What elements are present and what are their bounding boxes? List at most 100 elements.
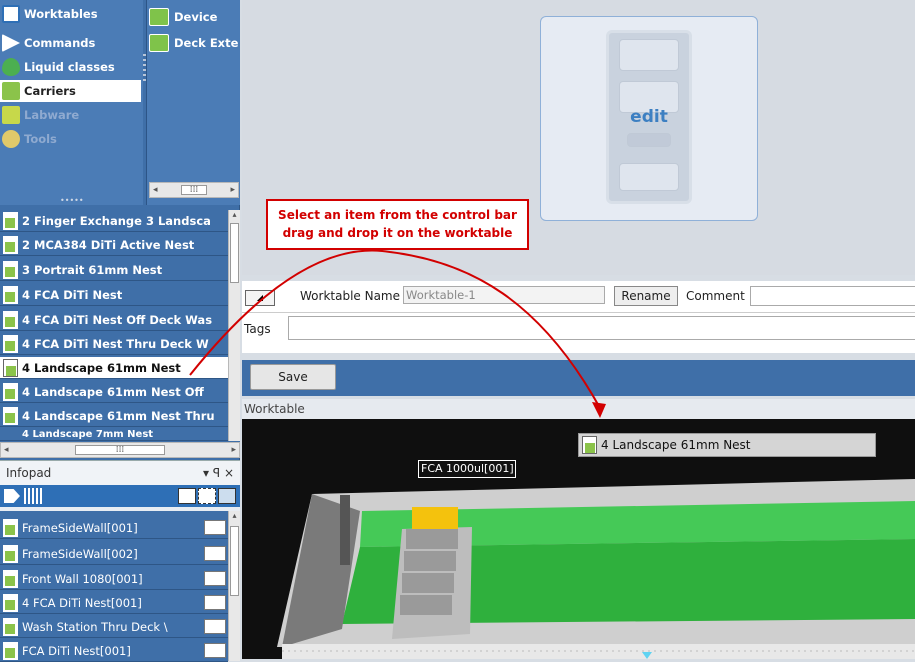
carrier-label: 2 Finger Exchange 3 Landsca bbox=[22, 213, 211, 228]
category-carriers[interactable]: Carriers bbox=[0, 80, 141, 102]
flag-icon[interactable] bbox=[204, 520, 226, 535]
carrier-item-selected[interactable]: 4 Landscape 61mm Nest bbox=[0, 357, 228, 379]
save-button[interactable]: Save bbox=[250, 364, 336, 390]
carrier-icon bbox=[3, 382, 18, 401]
category-worktables[interactable]: Worktables bbox=[0, 3, 141, 25]
thumbnail-slot bbox=[619, 163, 679, 191]
thumbnail-slot bbox=[627, 133, 671, 147]
infopad-toolbar bbox=[0, 485, 240, 507]
carrier-icon bbox=[3, 310, 18, 329]
category-labware[interactable]: Labware bbox=[0, 104, 141, 126]
carrier-item[interactable]: 2 Finger Exchange 3 Landsca bbox=[0, 210, 228, 232]
carrier-icon bbox=[3, 406, 18, 425]
dragged-carrier-item[interactable]: 4 Landscape 61mm Nest bbox=[578, 433, 876, 457]
vertical-scrollbar[interactable]: ▴ bbox=[228, 511, 240, 661]
flag-icon[interactable] bbox=[204, 595, 226, 610]
tags-input[interactable] bbox=[288, 316, 915, 340]
carrier-label: 4 Landscape 61mm Nest bbox=[22, 360, 181, 375]
comment-input[interactable] bbox=[750, 286, 915, 306]
infopad-item[interactable]: FrameSideWall[001] bbox=[0, 517, 228, 539]
scroll-up-icon[interactable]: ▴ bbox=[229, 511, 240, 520]
worktable-name-row: ◢ Worktable Name Rename Comment bbox=[242, 281, 915, 313]
category-commands[interactable]: Commands bbox=[0, 32, 141, 54]
tool-label: FCA 1000ul[001] bbox=[418, 460, 516, 478]
infopad-item-label: FrameSideWall[002] bbox=[22, 546, 138, 561]
carrier-item[interactable]: 4 FCA DiTi Nest Thru Deck W bbox=[0, 333, 228, 355]
callout-line: drag and drop it on the worktable bbox=[282, 226, 513, 240]
tag-icon[interactable] bbox=[4, 489, 20, 503]
infopad-item[interactable]: FrameSideWall[002] bbox=[0, 543, 228, 565]
carrier-icon bbox=[3, 260, 18, 279]
scroll-left-icon[interactable]: ◂ bbox=[153, 185, 158, 195]
splitter-grip[interactable]: ••••• bbox=[60, 196, 84, 205]
flag-icon[interactable] bbox=[204, 546, 226, 561]
control-bar: Worktables Commands Liquid classes Carri… bbox=[0, 0, 241, 662]
worktable-name-input[interactable] bbox=[403, 286, 605, 304]
subcategory-device[interactable]: Device bbox=[149, 6, 241, 28]
scroll-right-icon[interactable]: ▸ bbox=[230, 185, 235, 195]
edit-label[interactable]: edit bbox=[606, 107, 692, 127]
carrier-label: 4 FCA DiTi Nest Off Deck Was bbox=[22, 312, 213, 327]
pin-icon[interactable]: ꟼ bbox=[213, 466, 220, 480]
horizontal-scrollbar[interactable]: ◂ ⁞⁞⁞ ▸ bbox=[0, 442, 240, 458]
infopad-title: Infopad bbox=[6, 466, 52, 480]
carrier-icon bbox=[3, 358, 18, 377]
carrier-icon bbox=[3, 334, 18, 353]
category-liquid-classes[interactable]: Liquid classes bbox=[0, 56, 141, 78]
carrier-icon bbox=[3, 617, 18, 636]
carrier-icon bbox=[582, 436, 597, 454]
carrier-item[interactable]: 4 Landscape 61mm Nest Thru bbox=[0, 405, 228, 427]
scroll-thumb[interactable] bbox=[230, 223, 239, 283]
flag-icon[interactable] bbox=[204, 643, 226, 658]
carrier-label: 4 Landscape 7mm Nest bbox=[22, 429, 154, 440]
scroll-right-icon[interactable]: ▸ bbox=[231, 445, 236, 455]
save-toolbar bbox=[242, 360, 915, 396]
infopad-list: FrameSideWall[001] FrameSideWall[002] Fr… bbox=[0, 511, 240, 662]
carrier-icon bbox=[2, 82, 20, 100]
carrier-item[interactable]: 4 FCA DiTi Nest Off Deck Was bbox=[0, 309, 228, 331]
close-icon[interactable]: × bbox=[224, 466, 234, 480]
carrier-icon bbox=[3, 544, 18, 563]
instruction-callout: Select an item from the control bar drag… bbox=[266, 199, 529, 250]
flag-icon[interactable] bbox=[204, 619, 226, 634]
scroll-left-icon[interactable]: ◂ bbox=[4, 445, 9, 455]
flag-outline-icon[interactable] bbox=[198, 488, 216, 504]
carrier-item[interactable]: 4 Landscape 7mm Nest bbox=[0, 429, 228, 441]
category-label: Labware bbox=[24, 108, 80, 122]
infopad-item[interactable]: Front Wall 1080[001] bbox=[0, 568, 228, 590]
category-tools[interactable]: Tools bbox=[0, 128, 141, 150]
scroll-thumb[interactable]: ⁞⁞⁞ bbox=[75, 445, 165, 455]
thumbnail-slot bbox=[619, 39, 679, 71]
carrier-label: 4 Landscape 61mm Nest Thru bbox=[22, 408, 215, 423]
carrier-item[interactable]: 4 FCA DiTi Nest bbox=[0, 284, 228, 306]
infopad-item-label: FCA DiTi Nest[001] bbox=[22, 643, 131, 658]
scroll-up-icon[interactable]: ▴ bbox=[229, 210, 240, 219]
scroll-thumb[interactable]: ⁞⁞⁞ bbox=[181, 185, 207, 195]
barcode-icon[interactable] bbox=[24, 488, 44, 504]
dropdown-icon[interactable]: ▾ bbox=[203, 466, 209, 480]
carrier-item[interactable]: 3 Portrait 61mm Nest bbox=[0, 259, 228, 281]
subcategory-label: Deck Exte bbox=[174, 36, 239, 50]
carrier-label: 4 Landscape 61mm Nest Off bbox=[22, 384, 204, 399]
carrier-icon bbox=[149, 34, 169, 52]
vertical-scrollbar[interactable]: ▴ bbox=[228, 210, 240, 441]
flag-icon[interactable] bbox=[204, 571, 226, 586]
worktable-title: Worktable bbox=[242, 399, 915, 419]
collapse-toggle-icon[interactable]: ◢ bbox=[245, 290, 275, 306]
infopad-item-label: Front Wall 1080[001] bbox=[22, 571, 143, 586]
carrier-icon bbox=[3, 593, 18, 612]
flag-blue-icon[interactable] bbox=[218, 488, 236, 504]
infopad-item[interactable]: Wash Station Thru Deck \ bbox=[0, 616, 228, 638]
infopad-item[interactable]: 4 FCA DiTi Nest[001] bbox=[0, 592, 228, 614]
rename-button[interactable]: Rename bbox=[614, 286, 678, 306]
scroll-thumb[interactable] bbox=[230, 526, 239, 596]
carrier-item[interactable]: 4 Landscape 61mm Nest Off bbox=[0, 381, 228, 403]
category-label: Commands bbox=[24, 36, 96, 50]
horizontal-scrollbar[interactable]: ◂ ⁞⁞⁞ ▸ bbox=[149, 182, 239, 198]
dragged-carrier-label: 4 Landscape 61mm Nest bbox=[601, 438, 751, 452]
carrier-item[interactable]: 2 MCA384 DiTi Active Nest bbox=[0, 234, 228, 256]
flag-icon[interactable] bbox=[178, 488, 196, 504]
carrier-list: 2 Finger Exchange 3 Landsca 2 MCA384 DiT… bbox=[0, 210, 240, 458]
subcategory-deck-extension[interactable]: Deck Exte bbox=[149, 32, 241, 54]
carrier-label: 3 Portrait 61mm Nest bbox=[22, 262, 163, 277]
